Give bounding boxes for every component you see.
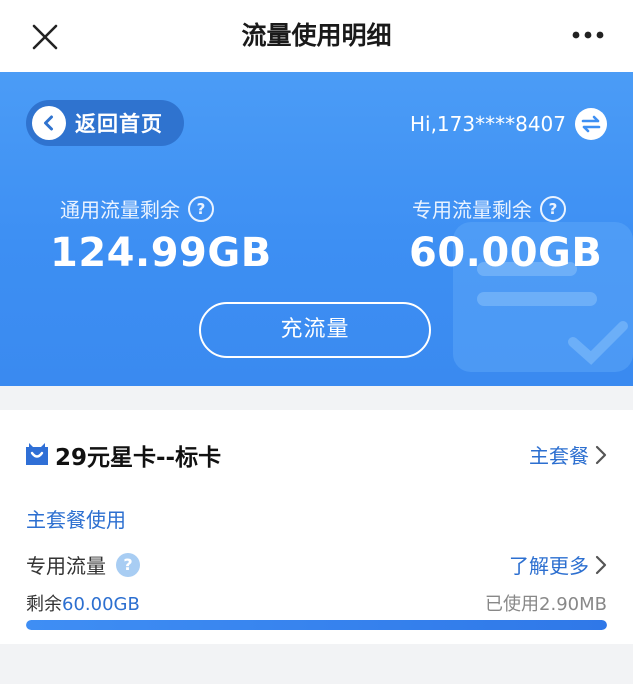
- dedicated-flow-label: 专用流量剩余 ?: [412, 194, 566, 223]
- usage-progress-bar: [26, 620, 607, 630]
- section-title: 主套餐使用: [26, 508, 126, 532]
- shopping-bag-icon: [26, 443, 48, 465]
- remaining-prefix: 剩余: [26, 594, 62, 615]
- help-icon[interactable]: ?: [116, 552, 140, 577]
- general-flow-label: 通用流量剩余 ?: [60, 194, 214, 223]
- main-plan-link[interactable]: 主套餐: [529, 440, 607, 469]
- back-home-button[interactable]: 返回首页: [26, 100, 184, 146]
- package-title: 29元星卡--标卡: [55, 445, 222, 471]
- help-icon[interactable]: ?: [188, 195, 214, 222]
- chevron-right-icon: [595, 555, 607, 574]
- general-flow-value: 124.99GB: [50, 230, 272, 276]
- used-text: 已使用2.90MB: [485, 594, 607, 615]
- remaining-value: 60.00GB: [62, 594, 140, 615]
- user-greeting: Hi,173****8407: [409, 112, 566, 136]
- dedicated-flow-label-text: 专用流量剩余: [412, 198, 532, 222]
- switch-account-icon[interactable]: [575, 108, 607, 140]
- package-card: 29元星卡--标卡 主套餐 主套餐使用 专用流量 ? 了解更多 剩余60.00G…: [0, 410, 633, 644]
- dedicated-flow-value: 60.00GB: [409, 230, 603, 276]
- recharge-button[interactable]: 充流量: [199, 302, 431, 358]
- remaining-text: 剩余60.00GB: [26, 590, 140, 616]
- dedicated-flow-row-label: 专用流量 ?: [26, 550, 140, 579]
- usage-progress-fill: [26, 620, 607, 630]
- chevron-right-icon: [595, 445, 607, 464]
- more-dots-icon[interactable]: [571, 30, 605, 40]
- flow-type-label: 专用流量: [26, 554, 106, 578]
- back-home-label: 返回首页: [75, 112, 163, 136]
- learn-more-label: 了解更多: [509, 554, 589, 578]
- top-nav-bar: 流量使用明细: [0, 0, 633, 72]
- main-plan-link-label: 主套餐: [529, 444, 589, 468]
- learn-more-link[interactable]: 了解更多: [509, 550, 607, 579]
- flow-summary-banner: 返回首页 Hi,173****8407 通用流量剩余 ? 124.99GB 专用…: [0, 72, 633, 386]
- page-title: 流量使用明细: [241, 21, 392, 50]
- back-arrow-icon: [32, 106, 66, 140]
- general-flow-label-text: 通用流量剩余: [60, 198, 180, 222]
- help-icon[interactable]: ?: [540, 195, 566, 222]
